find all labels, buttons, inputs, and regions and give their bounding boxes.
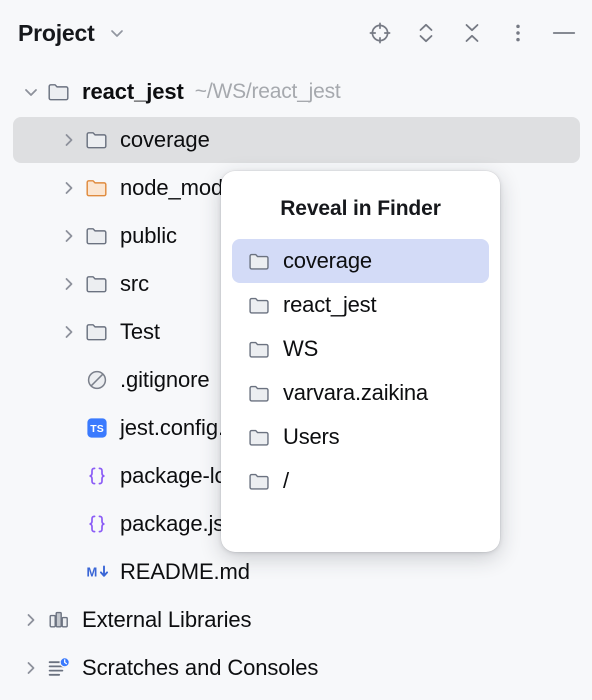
- popup-item-varvara-zaikina[interactable]: varvara.zaikina: [232, 371, 489, 415]
- popup-item-ws[interactable]: WS: [232, 327, 489, 371]
- collapse-all-button[interactable]: [458, 19, 486, 47]
- tree-root-label: react_jest: [82, 79, 184, 104]
- ignored-file-icon: [82, 365, 112, 395]
- chevron-collapsed-icon[interactable]: [56, 127, 82, 153]
- folder-icon: [82, 317, 112, 347]
- popup-item-label: WS: [283, 336, 319, 361]
- library-books-icon: [44, 605, 74, 635]
- tree-row-readme[interactable]: M README.md: [0, 548, 592, 596]
- tree-item-label: Scratches and Consoles: [82, 655, 319, 680]
- hide-panel-button[interactable]: [550, 19, 578, 47]
- tree-item-label: public: [120, 223, 177, 248]
- popup-item-label: coverage: [283, 248, 372, 273]
- popup-item-label: /: [283, 468, 289, 493]
- chevron-collapsed-icon[interactable]: [56, 319, 82, 345]
- tree-item-label: External Libraries: [82, 607, 252, 632]
- popup-title: Reveal in Finder: [280, 197, 441, 220]
- tree-item-label: src: [120, 271, 150, 296]
- folder-icon: [244, 246, 274, 276]
- tree-item-label: README.md: [120, 559, 250, 584]
- tree-item-label: coverage: [120, 127, 210, 152]
- chevron-down-icon[interactable]: [107, 23, 127, 43]
- popup-item-react-jest[interactable]: react_jest: [232, 283, 489, 327]
- folder-icon: [82, 269, 112, 299]
- popup-item-label: react_jest: [283, 292, 377, 317]
- markdown-file-icon: M: [82, 557, 112, 587]
- panel-title: Project: [18, 19, 95, 46]
- chevron-collapsed-icon[interactable]: [56, 223, 82, 249]
- json-file-icon: [82, 461, 112, 491]
- reveal-in-finder-popup: Reveal in Finder coverage react_jest WS: [221, 171, 500, 552]
- svg-text:M: M: [87, 565, 98, 580]
- panel-toolbar: Project: [0, 0, 592, 66]
- tree-item-label: Test: [120, 319, 160, 344]
- tree-row-scratches-and-consoles[interactable]: Scratches and Consoles: [0, 644, 592, 692]
- folder-icon: [44, 77, 74, 107]
- toolbar-actions: [366, 19, 578, 47]
- folder-icon: [244, 422, 274, 452]
- folder-icon: [244, 466, 274, 496]
- popup-item-root[interactable]: /: [232, 459, 489, 503]
- popup-item-coverage[interactable]: coverage: [232, 239, 489, 283]
- json-file-icon: [82, 509, 112, 539]
- popup-item-label: varvara.zaikina: [283, 380, 428, 405]
- folder-icon: [244, 378, 274, 408]
- popup-item-label: Users: [283, 424, 340, 449]
- chevron-collapsed-icon[interactable]: [18, 607, 44, 633]
- chevron-collapsed-icon[interactable]: [56, 175, 82, 201]
- folder-orange-icon: [82, 173, 112, 203]
- folder-icon: [244, 334, 274, 364]
- folder-icon: [244, 290, 274, 320]
- popup-item-users[interactable]: Users: [232, 415, 489, 459]
- more-options-button[interactable]: [504, 19, 532, 47]
- svg-text:TS: TS: [90, 423, 103, 435]
- folder-icon: [82, 125, 112, 155]
- tree-root-path: ~/WS/react_jest: [194, 80, 341, 103]
- typescript-file-icon: TS: [82, 413, 112, 443]
- chevron-collapsed-icon[interactable]: [56, 271, 82, 297]
- expand-all-button[interactable]: [412, 19, 440, 47]
- tree-row-external-libraries[interactable]: External Libraries: [0, 596, 592, 644]
- scratches-clock-icon: [44, 653, 74, 683]
- tree-item-label: .gitignore: [120, 367, 210, 392]
- tree-row-root[interactable]: react_jest ~/WS/react_jest: [0, 68, 592, 116]
- tree-row-coverage[interactable]: coverage: [0, 116, 592, 164]
- select-opened-file-button[interactable]: [366, 19, 394, 47]
- chevron-expanded-icon[interactable]: [18, 79, 44, 105]
- folder-icon: [82, 221, 112, 251]
- chevron-collapsed-icon[interactable]: [18, 655, 44, 681]
